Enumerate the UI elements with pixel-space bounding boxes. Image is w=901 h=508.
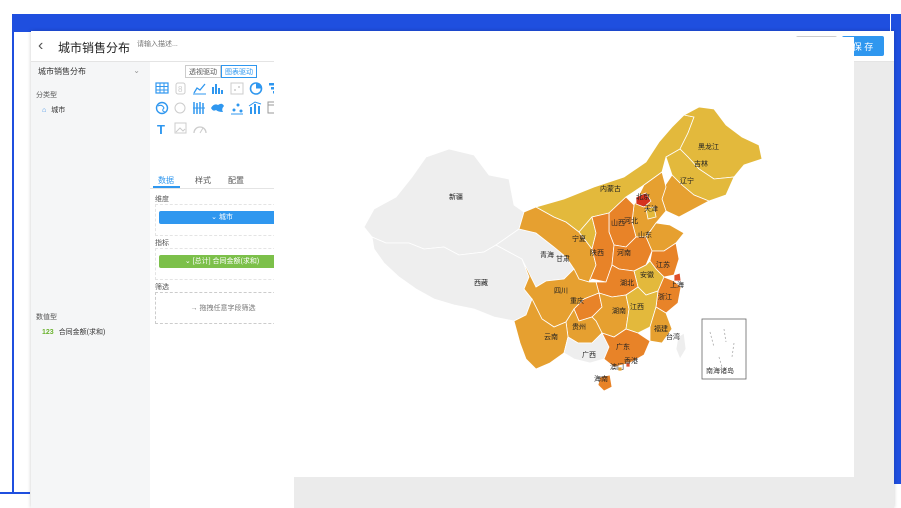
measure-label: 指标 [155, 240, 169, 247]
dimension-section-label: 分类型 [36, 92, 57, 99]
label-qinghai: 青海 [540, 250, 554, 259]
rose-icon[interactable] [174, 102, 186, 114]
text-icon[interactable]: T [157, 122, 165, 137]
label-shaanxi: 陕西 [590, 248, 604, 257]
inset-label: 南海诸岛 [706, 366, 734, 375]
frame-left-line [12, 14, 14, 494]
label-chongqing: 重庆 [570, 296, 584, 305]
label-yunnan: 云南 [544, 332, 558, 341]
dimension-field-city[interactable]: ⌂ 城市 [42, 105, 65, 115]
active-tab-indicator [153, 186, 180, 188]
map-globe-icon[interactable] [155, 101, 169, 115]
field-label: 城市 [51, 107, 66, 114]
label-gansu: 甘肃 [556, 254, 570, 263]
label-jiangsu: 江苏 [656, 260, 670, 269]
config-tabs: 数据 样式 配置 [150, 172, 294, 189]
frame-bottom-line [0, 492, 30, 494]
back-arrow-icon[interactable]: ‹ [38, 37, 43, 55]
label-macau: 澳门 [610, 362, 624, 371]
province-xinjiang[interactable] [363, 148, 525, 256]
scatter-icon[interactable] [230, 82, 244, 95]
dataset-name: 城市销售分布 [38, 67, 86, 76]
table-icon[interactable] [155, 82, 169, 94]
label-anhui: 安徽 [640, 270, 654, 279]
image-icon[interactable] [174, 122, 187, 134]
label-shandong: 山东 [638, 230, 652, 239]
measure-drop-zone[interactable]: ⌄ [总计] 合同金额(求和) [155, 248, 291, 280]
dimension-drop-zone[interactable]: ⌄ 城市 [155, 204, 291, 236]
number-type-icon: 123 [42, 329, 54, 336]
label-guangdong: 广东 [616, 342, 630, 351]
label-ningxia: 宁夏 [572, 234, 586, 243]
label-jilin: 吉林 [694, 159, 708, 168]
label-tianjin: 天津 [644, 205, 658, 213]
label-xinjiang: 新疆 [449, 192, 463, 201]
bubble-icon[interactable] [231, 103, 243, 115]
svg-text:8: 8 [178, 85, 183, 94]
line-chart-icon[interactable] [193, 83, 206, 95]
label-henan: 河南 [617, 248, 631, 257]
label-guizhou: 贵州 [572, 322, 586, 331]
label-hainan: 海南 [594, 374, 608, 383]
combo-chart-icon[interactable] [248, 101, 262, 114]
label-tibet: 西藏 [474, 278, 488, 287]
chart-canvas: 南海诸岛 新疆 西藏 青海 甘肃 内蒙古 黑龙江 吉林 辽宁 北京 天津 河北 … [274, 37, 854, 477]
tab-config[interactable]: 配置 [228, 175, 244, 186]
label-fujian: 福建 [654, 324, 668, 333]
multi-bar-icon[interactable] [193, 102, 205, 114]
label-inner-mongolia: 内蒙古 [600, 184, 621, 193]
page-title: 城市销售分布 [58, 41, 131, 55]
label-heilongjiang: 黑龙江 [698, 142, 719, 151]
field-panel: 城市销售分布 ⌄ 分类型 ⌂ 城市 数值型 123 合同金额(求和) [31, 62, 151, 508]
dimension-label: 维度 [155, 196, 169, 203]
label-hongkong: 香港 [624, 356, 638, 365]
bar-chart-icon[interactable] [212, 84, 223, 94]
label-shanghai: 上海 [670, 280, 684, 289]
chart-drive-option[interactable]: 图表驱动 [221, 65, 257, 78]
filter-label: 筛选 [155, 284, 169, 291]
label-sichuan: 四川 [554, 287, 568, 295]
drive-mode-toggle: 透视驱动 图表驱动 [185, 65, 257, 78]
description-input[interactable] [135, 40, 259, 49]
label-zhejiang: 浙江 [658, 292, 672, 301]
label-shanxi: 山西 [611, 218, 625, 227]
svg-text:T: T [157, 122, 165, 137]
speedometer-icon[interactable] [193, 126, 207, 134]
chart-type-grid: 8 T [155, 82, 290, 153]
chart-type-icons: 8 T [155, 82, 282, 137]
dimension-field-icon: ⌂ [42, 107, 47, 114]
measure-pill-amount[interactable]: ⌄ [总计] 合同金额(求和) [159, 255, 285, 268]
dimension-pill-city[interactable]: ⌄ 城市 [159, 211, 285, 224]
label-taiwan: 台湾 [666, 332, 680, 341]
label-guangxi: 广西 [582, 350, 596, 359]
frame-top-bar [12, 14, 890, 32]
tab-data[interactable]: 数据 [158, 175, 174, 186]
pie-chart-icon[interactable] [249, 82, 263, 95]
measure-section-label: 数值型 [36, 314, 57, 321]
label-hunan: 湖南 [612, 306, 626, 315]
province-shanghai[interactable] [673, 272, 682, 282]
label-hebei: 河北 [624, 217, 638, 225]
china-map-icon[interactable] [211, 103, 224, 112]
label-liaoning: 辽宁 [680, 176, 694, 185]
pivot-drive-option[interactable]: 透视驱动 [185, 65, 221, 78]
filter-hint: → 拖拽任意字段筛选 [190, 305, 256, 312]
measure-field-amount[interactable]: 123 合同金额(求和) [42, 327, 105, 337]
label-jiangxi: 江西 [630, 303, 644, 311]
field-label: 合同金额(求和) [58, 329, 106, 336]
tab-style[interactable]: 样式 [195, 175, 211, 186]
filter-drop-zone[interactable]: → 拖拽任意字段筛选 [155, 292, 291, 324]
label-hubei: 湖北 [620, 278, 634, 287]
china-map: 南海诸岛 新疆 西藏 青海 甘肃 内蒙古 黑龙江 吉林 辽宁 北京 天津 河北 … [363, 106, 763, 392]
gauge-number-icon[interactable]: 8 [175, 82, 186, 95]
label-beijing: 北京 [636, 192, 650, 201]
chevron-down-icon: ⌄ [133, 66, 140, 75]
dataset-select[interactable]: 城市销售分布 ⌄ [38, 66, 142, 82]
